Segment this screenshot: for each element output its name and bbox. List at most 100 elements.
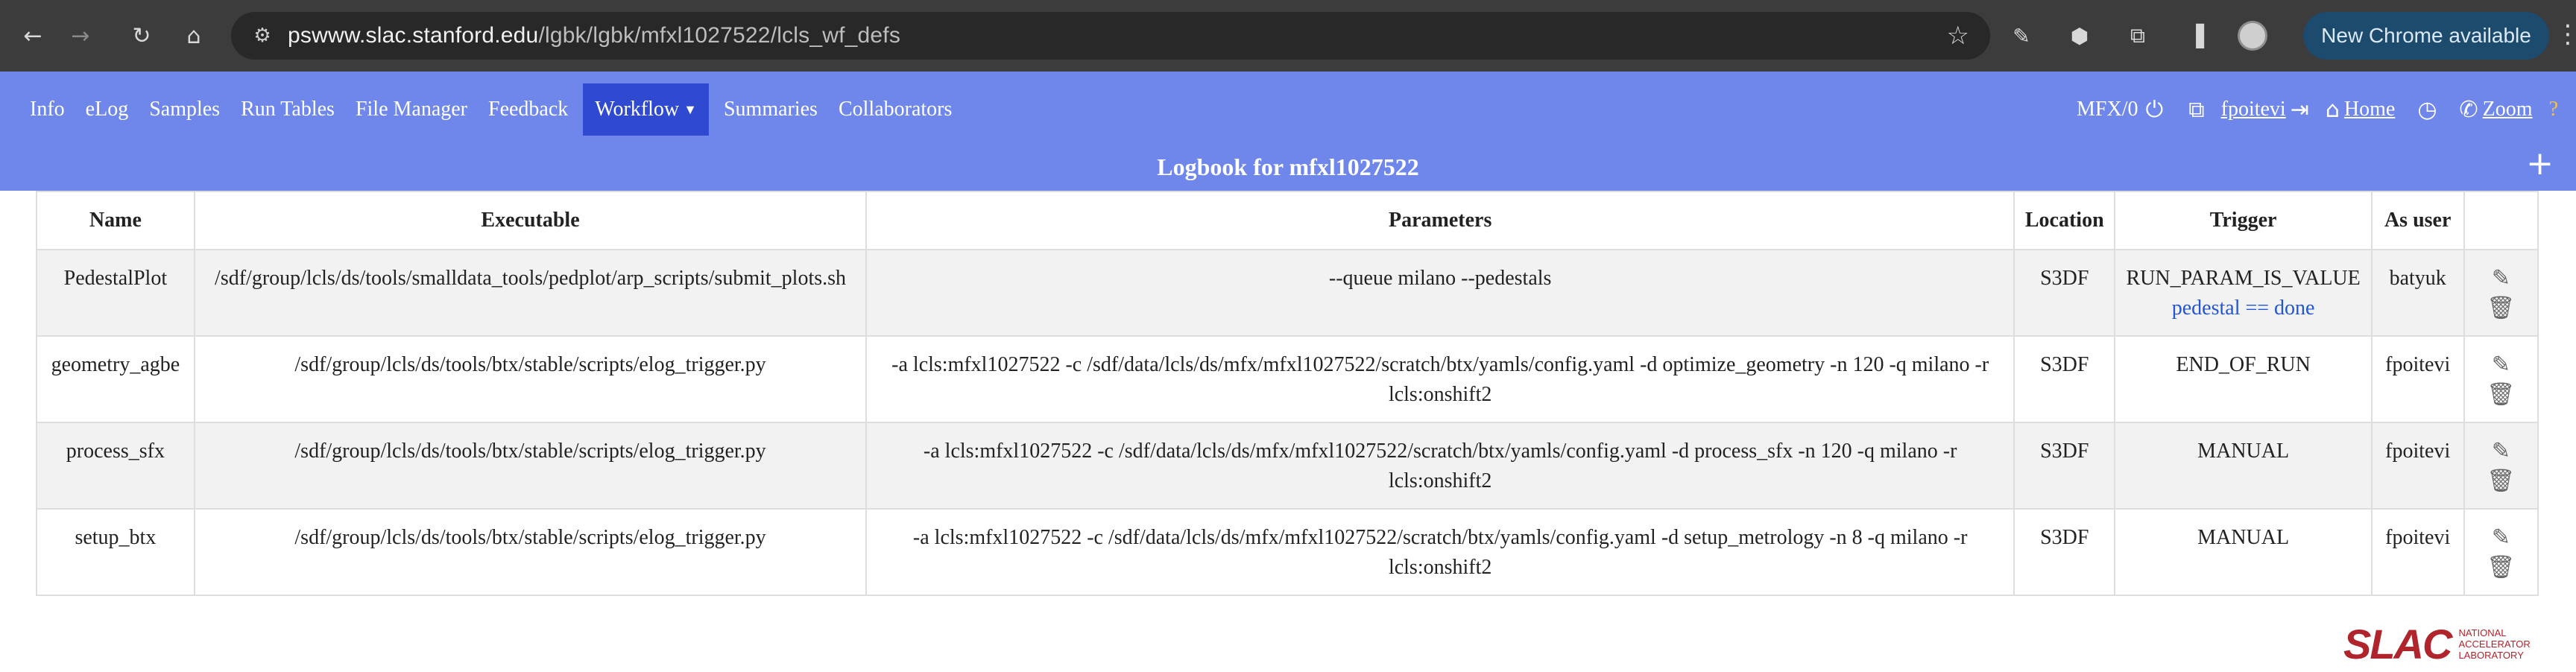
forward-icon[interactable]: →: [64, 19, 97, 52]
cell-name: PedestalPlot: [36, 249, 195, 337]
profile-avatar[interactable]: [2238, 21, 2267, 51]
side-panel-icon[interactable]: ▐: [2179, 19, 2212, 52]
nav-file-manager[interactable]: File Manager: [345, 83, 478, 136]
cell-parameters: --queue milano --pedestals: [865, 249, 2015, 337]
cell-parameters: -a lcls:mfxl1027522 -c /sdf/data/lcls/ds…: [865, 335, 2015, 423]
browser-toolbar: ← → ↻ ⌂ ⚙ pswww.slac.stanford.edu/lgbk/l…: [0, 0, 2576, 72]
extension-icon[interactable]: ✎: [2005, 19, 2038, 52]
header-trigger: Trigger: [2114, 191, 2373, 250]
nav-info[interactable]: Info: [19, 83, 75, 136]
power-icon[interactable]: ⏻: [2145, 97, 2163, 123]
edit-icon[interactable]: ✎: [2475, 264, 2527, 294]
user-menu[interactable]: fpoitevi ⇥: [2221, 97, 2309, 123]
header-actions: [2463, 191, 2539, 250]
reload-icon[interactable]: ↻: [125, 19, 158, 52]
table-row: geometry_agbe /sdf/group/lcls/ds/tools/b…: [36, 335, 2539, 423]
home-link[interactable]: ⌂ Home: [2326, 97, 2395, 123]
cell-trigger: END_OF_RUN: [2114, 335, 2373, 423]
home-house-icon: ⌂: [2325, 96, 2340, 123]
url-text[interactable]: pswww.slac.stanford.edu/lgbk/lgbk/mfxl10…: [288, 23, 900, 48]
user-name[interactable]: fpoitevi: [2221, 98, 2286, 121]
back-icon[interactable]: ←: [16, 19, 49, 52]
cell-parameters: -a lcls:mfxl1027522 -c /sdf/data/lcls/ds…: [865, 422, 2015, 510]
trash-icon[interactable]: 🗑: [2475, 294, 2527, 323]
logout-icon[interactable]: ⇥: [2291, 97, 2309, 123]
nav-elog[interactable]: eLog: [75, 83, 139, 136]
cell-actions: ✎ 🗑: [2463, 422, 2539, 510]
edit-icon[interactable]: ✎: [2475, 350, 2527, 380]
cell-location: S3DF: [2013, 335, 2116, 423]
puzzle-icon[interactable]: ⧉: [2121, 19, 2154, 52]
nav-links: Info eLog Samples Run Tables File Manage…: [19, 83, 962, 136]
cell-location: S3DF: [2013, 422, 2116, 510]
cell-trigger: MANUAL: [2114, 508, 2373, 596]
cell-as-user: fpoitevi: [2370, 508, 2465, 596]
trash-icon[interactable]: 🗑: [2475, 380, 2527, 410]
chevron-down-icon: ▼: [684, 101, 697, 117]
app-navbar: Info eLog Samples Run Tables File Manage…: [0, 72, 2576, 191]
trigger-condition: pedestal == done: [2171, 297, 2315, 320]
nav-workflow-label: Workflow: [595, 98, 680, 121]
help-icon[interactable]: ?: [2549, 98, 2558, 121]
table-row: process_sfx /sdf/group/lcls/ds/tools/btx…: [36, 422, 2539, 510]
url-host: pswww.slac.stanford.edu: [288, 23, 539, 48]
table-row: PedestalPlot /sdf/group/lcls/ds/tools/sm…: [36, 249, 2539, 337]
trash-icon[interactable]: 🗑: [2475, 466, 2527, 496]
copy-icon[interactable]: ⧉: [2188, 97, 2204, 123]
edit-icon[interactable]: ✎: [2475, 523, 2527, 553]
cell-actions: ✎ 🗑: [2463, 249, 2539, 337]
nav-feedback[interactable]: Feedback: [478, 83, 578, 136]
nav-run-tables[interactable]: Run Tables: [230, 83, 345, 136]
header-location: Location: [2013, 191, 2116, 250]
nav-samples[interactable]: Samples: [139, 83, 230, 136]
trigger-type: MANUAL: [2197, 526, 2290, 549]
nav-collaborators[interactable]: Collaborators: [828, 83, 962, 136]
new-chrome-button[interactable]: New Chrome available: [2303, 12, 2549, 60]
extension-shield-icon[interactable]: ⬢: [2063, 19, 2096, 52]
cell-location: S3DF: [2013, 508, 2116, 596]
url-path: /lgbk/lgbk/mfxl1027522/lcls_wf_defs: [538, 23, 901, 48]
trash-icon[interactable]: 🗑: [2475, 553, 2527, 583]
address-bar[interactable]: ⚙ pswww.slac.stanford.edu/lgbk/lgbk/mfxl…: [231, 12, 1990, 60]
zoom-label: Zoom: [2482, 98, 2533, 121]
cell-name: process_sfx: [36, 422, 195, 510]
cell-parameters: -a lcls:mfxl1027522 -c /sdf/data/lcls/ds…: [865, 508, 2015, 596]
zoom-link[interactable]: ✆ Zoom: [2460, 97, 2533, 123]
cell-actions: ✎ 🗑: [2463, 335, 2539, 423]
nav-summaries[interactable]: Summaries: [713, 83, 828, 136]
edit-icon[interactable]: ✎: [2475, 437, 2527, 466]
cell-name: setup_btx: [36, 508, 195, 596]
site-info-icon[interactable]: ⚙: [242, 25, 283, 47]
table-row: setup_btx /sdf/group/lcls/ds/tools/btx/s…: [36, 508, 2539, 596]
header-parameters: Parameters: [865, 191, 2015, 250]
logo-line-2: ACCELERATOR: [2458, 638, 2531, 650]
cell-trigger: MANUAL: [2114, 422, 2373, 510]
logo-line-1: NATIONAL: [2458, 627, 2507, 638]
logo-wordmark: SLAC: [2343, 621, 2452, 668]
logo-line-3: LABORATORY: [2458, 650, 2524, 661]
cell-name: geometry_agbe: [36, 335, 195, 423]
nav-workflow[interactable]: Workflow ▼: [583, 83, 709, 136]
header-name: Name: [36, 191, 195, 250]
home-icon[interactable]: ⌂: [177, 19, 210, 52]
add-icon[interactable]: +: [2526, 145, 2554, 183]
cell-location: S3DF: [2013, 249, 2116, 337]
cell-executable: /sdf/group/lcls/ds/tools/btx/stable/scri…: [193, 508, 868, 596]
phone-icon: ✆: [2459, 96, 2478, 123]
more-menu-icon[interactable]: ⋮: [2555, 19, 2576, 49]
clock-icon[interactable]: ◷: [2417, 97, 2437, 123]
cell-executable: /sdf/group/lcls/ds/tools/smalldata_tools…: [193, 249, 868, 337]
cell-as-user: fpoitevi: [2370, 335, 2465, 423]
trigger-type: END_OF_RUN: [2176, 353, 2311, 376]
cell-executable: /sdf/group/lcls/ds/tools/btx/stable/scri…: [193, 422, 868, 510]
bookmark-star-icon[interactable]: ☆: [1947, 21, 1969, 51]
table-header-row: Name Executable Parameters Location Trig…: [36, 191, 2539, 250]
cell-executable: /sdf/group/lcls/ds/tools/btx/stable/scri…: [193, 335, 868, 423]
instrument-status[interactable]: MFX/0 ⏻: [2077, 97, 2163, 123]
extension-bar: ✎ ⬢ ⧉ ▐: [2005, 19, 2267, 52]
cell-as-user: fpoitevi: [2370, 422, 2465, 510]
instrument-label: MFX/0: [2077, 98, 2138, 121]
cell-trigger: RUN_PARAM_IS_VALUE pedestal == done: [2114, 249, 2373, 337]
logo-subtitle: NATIONAL ACCELERATOR LABORATORY: [2458, 627, 2530, 661]
home-label: Home: [2343, 98, 2396, 121]
